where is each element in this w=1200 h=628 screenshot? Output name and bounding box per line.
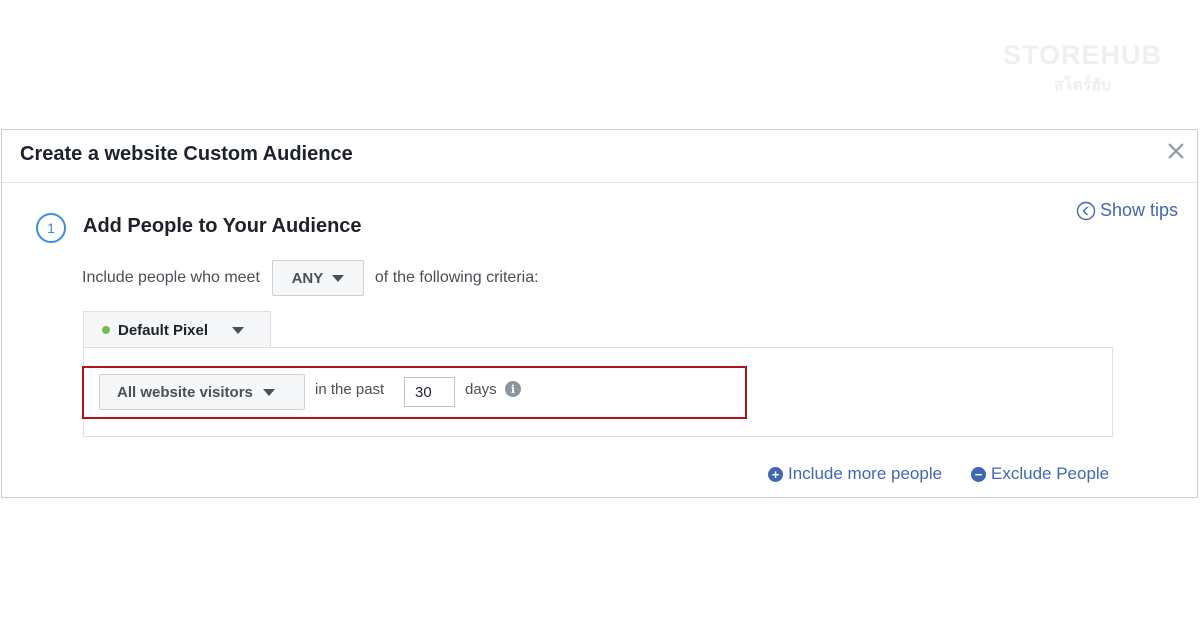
exclude-people-link[interactable]: − Exclude People — [971, 464, 1109, 484]
plus-circle-icon: + — [768, 466, 783, 482]
step-number-badge: 1 — [36, 213, 66, 243]
pixel-selector-dropdown[interactable]: Default Pixel — [83, 311, 271, 348]
criteria-suffix: of the following criteria: — [374, 269, 539, 286]
exclude-label: Exclude People — [991, 464, 1110, 483]
minus-circle-icon: − — [971, 466, 986, 482]
in-the-past-label: in the past — [315, 381, 385, 398]
dialog-title: Create a website Custom Audience — [20, 143, 353, 165]
custom-audience-dialog: Create a website Custom Audience Show ti… — [1, 129, 1198, 498]
criteria-prefix: Include people who meet — [82, 269, 260, 286]
include-more-people-link[interactable]: + Include more people — [768, 464, 942, 484]
include-more-label: Include more people — [788, 464, 943, 483]
match-type-label: ANY — [291, 269, 324, 287]
caret-down-icon — [262, 388, 275, 396]
watermark-brand: STOREHUB — [1002, 40, 1162, 70]
caret-down-icon — [332, 274, 345, 282]
caret-down-icon — [232, 326, 245, 334]
show-tips-link[interactable]: Show tips — [1076, 200, 1178, 221]
info-icon[interactable]: i — [505, 381, 521, 397]
criteria-row: Include people who meet ANY of the follo… — [82, 260, 539, 296]
pixel-status-dot-icon — [102, 326, 110, 334]
match-type-dropdown[interactable]: ANY — [271, 260, 364, 296]
chevron-left-circle-icon — [1076, 201, 1096, 220]
close-icon[interactable] — [1165, 140, 1187, 162]
dialog-header: Create a website Custom Audience — [2, 130, 1197, 183]
pixel-label: Default Pixel — [118, 321, 209, 339]
audience-type-dropdown[interactable]: All website visitors — [99, 374, 305, 410]
step-title: Add People to Your Audience — [83, 215, 362, 237]
audience-type-label: All website visitors — [117, 383, 253, 401]
storehub-watermark: STOREHUB สโตร์ฮับ — [1003, 40, 1162, 98]
show-tips-label: Show tips — [1099, 200, 1178, 220]
retention-days-input[interactable] — [404, 377, 455, 407]
days-label: days — [465, 381, 497, 398]
watermark-sub: สโตร์ฮับ — [1053, 77, 1112, 94]
